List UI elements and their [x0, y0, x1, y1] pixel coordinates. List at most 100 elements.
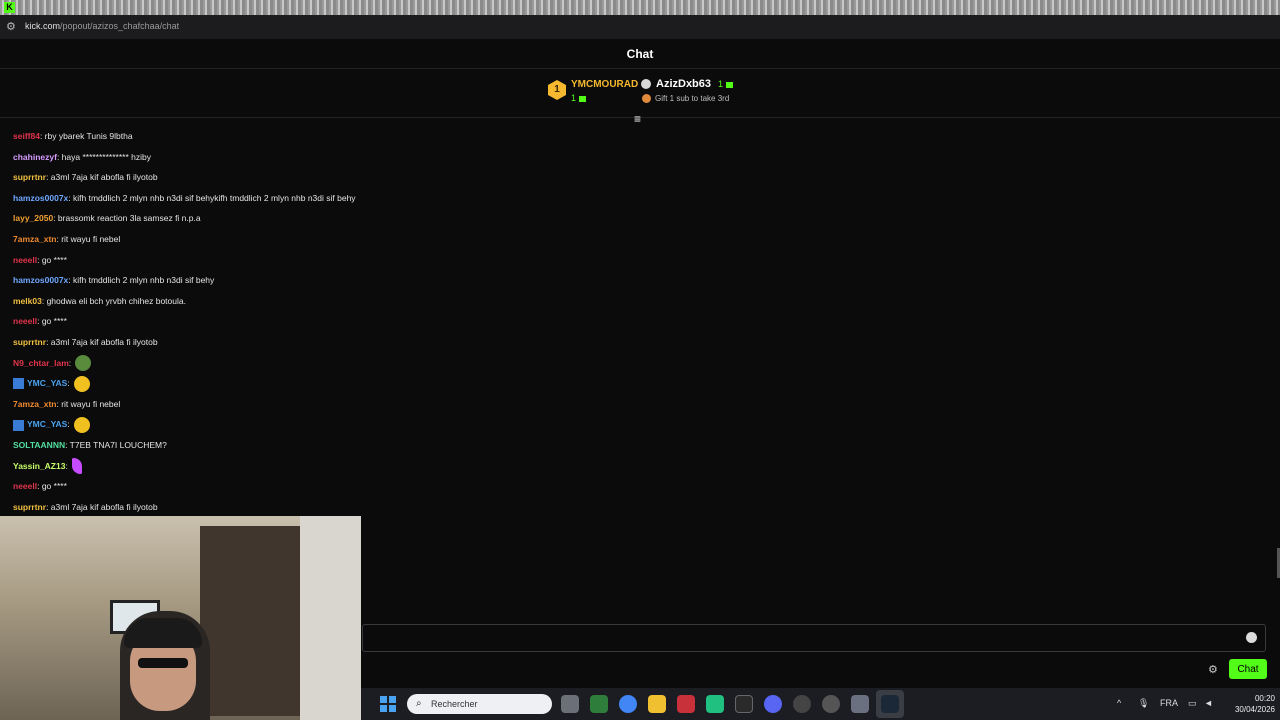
app-green-icon[interactable] — [590, 695, 608, 713]
user-badge-icon — [13, 419, 24, 431]
chat-message-text: : a3ml 7aja kif abofla fi ilyotob — [46, 501, 158, 512]
sub-gift-icon — [579, 95, 587, 102]
send-chat-button[interactable]: Chat — [1229, 659, 1267, 679]
chat-message: melk03: ghodwa eli bch yrvbh chihez boto… — [13, 291, 1253, 312]
windows-start-icon[interactable] — [380, 696, 396, 712]
clock-time: 00:20 — [1254, 694, 1275, 703]
leaderboard-third-text[interactable]: Gift 1 sub to take 3rd — [655, 94, 729, 103]
chat-message-text: : rby ybarek Tunis 9lbtha — [39, 131, 133, 141]
chat-filter-icon[interactable]: ≡ — [634, 112, 641, 126]
third-place-icon — [642, 94, 651, 103]
emote-icon[interactable] — [73, 417, 90, 434]
chrome-icon[interactable] — [619, 695, 637, 713]
site-settings-icon[interactable]: ⚙ — [6, 20, 16, 33]
window-titlebar: K — [0, 0, 1280, 15]
chat-username[interactable]: suprrtnr — [13, 502, 46, 512]
chat-username[interactable]: SOLTAANNN — [13, 440, 65, 450]
tray-expand-icon[interactable]: ^ — [1117, 698, 1121, 708]
chat-message: seiff84: rby ybarek Tunis 9lbtha — [13, 126, 1253, 147]
app-red-icon[interactable] — [677, 695, 695, 713]
second-place-icon — [641, 79, 651, 89]
chat-message-text: : haya ************** hziby — [56, 151, 151, 162]
chat-message-text: : — [65, 460, 68, 471]
chat-message: Yassin_AZ13: — [13, 456, 1253, 477]
url-host: kick.com — [25, 21, 61, 31]
settings-gear-icon[interactable] — [851, 695, 869, 713]
app-teal-icon[interactable] — [706, 695, 724, 713]
chat-input[interactable] — [363, 625, 1243, 651]
microphone-icon[interactable]: 🎙 — [1138, 698, 1149, 709]
emote-icon[interactable] — [73, 375, 90, 392]
url-text[interactable]: kick.com/popout/azizos_chafchaa/chat — [25, 21, 179, 31]
chat-settings-gear-icon[interactable]: ⚙ — [1208, 663, 1218, 676]
chat-username[interactable]: layy_2050 — [13, 213, 53, 223]
chat-username[interactable]: hamzos0007x — [13, 275, 68, 285]
taskbar-clock[interactable]: 00:20 30/04/2026 — [1229, 693, 1275, 715]
chat-message: neeell: go **** — [13, 311, 1253, 332]
url-path: /popout/azizos_chafchaa/chat — [60, 21, 180, 31]
chat-username[interactable]: Yassin_AZ13 — [13, 461, 65, 471]
media-player-icon[interactable] — [822, 695, 840, 713]
emoji-picker-icon[interactable] — [1246, 632, 1257, 643]
language-indicator[interactable]: FRA — [1160, 698, 1178, 708]
chat-message-text: : kifh tmddlich 2 mlyn nhb n3di sif behy… — [68, 192, 356, 203]
chat-username[interactable]: YMC_YAS — [27, 378, 67, 388]
chat-username[interactable]: neeell — [13, 255, 37, 265]
kick-logo-icon: K — [4, 2, 15, 13]
discord-icon[interactable] — [764, 695, 782, 713]
chat-username[interactable]: seiff84 — [13, 131, 40, 141]
webcam-wall — [300, 516, 361, 720]
emote-icon[interactable] — [71, 458, 82, 475]
chat-message-text: : go **** — [37, 481, 67, 492]
chat-message-text: : T7EB TNA7I LOUCHEM? — [65, 439, 167, 450]
chat-message: hamzos0007x: kifh tmddlich 2 mlyn nhb n3… — [13, 270, 1253, 291]
address-bar[interactable]: ⚙ kick.com/popout/azizos_chafchaa/chat — [0, 15, 1280, 39]
app-dark-icon[interactable] — [735, 695, 753, 713]
chat-input-container[interactable] — [362, 624, 1266, 652]
leaderboard-second-count: 1 — [718, 79, 734, 89]
rank-one-badge-icon: 1 — [548, 80, 566, 100]
file-explorer-icon[interactable] — [648, 695, 666, 713]
chat-username[interactable]: 7amza_xtn — [13, 399, 56, 409]
chat-username[interactable]: melk03 — [13, 296, 42, 306]
chat-message-text: : go **** — [37, 254, 67, 265]
chat-username[interactable]: chahinezyf — [13, 152, 57, 162]
chat-message: layy_2050: brassomk reaction 3la samsez … — [13, 208, 1253, 229]
webcam-glasses — [138, 658, 188, 668]
leaderboard-first-count: 1 — [571, 93, 587, 103]
steam-icon[interactable] — [881, 695, 899, 713]
chat-message-list: seiff84: rby ybarek Tunis 9lbtha chahinez… — [13, 126, 1253, 517]
chat-message: hamzos0007x: kifh tmddlich 2 mlyn nhb n3… — [13, 188, 1253, 209]
chat-message-text: : go **** — [37, 316, 67, 327]
chat-username[interactable]: 7amza_xtn — [13, 234, 56, 244]
chat-message: SOLTAANNN: T7EB TNA7I LOUCHEM? — [13, 435, 1253, 456]
chat-message-text: : brassomk reaction 3la samsez fi n.p.a — [53, 213, 201, 224]
clock-date: 30/04/2026 — [1234, 705, 1275, 714]
webcam-door — [200, 526, 300, 716]
chat-message: suprrtnr: a3ml 7aja kif abofla fi ilyoto… — [13, 497, 1253, 518]
task-view-icon[interactable] — [561, 695, 579, 713]
app-circle-icon[interactable] — [793, 695, 811, 713]
network-icon[interactable]: ▭ — [1188, 698, 1197, 709]
search-icon: ⌕ — [416, 698, 422, 709]
chat-message: suprrtnr: a3ml 7aja kif abofla fi ilyoto… — [13, 167, 1253, 188]
chat-message: suprrtnr: a3ml 7aja kif abofla fi ilyoto… — [13, 332, 1253, 353]
chat-username[interactable]: suprrtnr — [13, 337, 46, 347]
taskbar-search[interactable]: ⌕ Rechercher — [407, 694, 552, 714]
chat-title: Chat — [626, 47, 654, 61]
leaderboard-second-name[interactable]: AzizDxb63 — [656, 78, 711, 90]
gift-leaderboard: 1 YMCMOURAD 1 AzizDxb63 1 Gift 1 sub to … — [0, 70, 1280, 118]
leaderboard-first-name[interactable]: YMCMOURAD — [571, 79, 638, 90]
chat-message: YMC_YAS: — [13, 414, 1253, 435]
volume-icon[interactable]: ◄ — [1204, 698, 1213, 708]
chat-message-text: : — [68, 357, 72, 368]
chat-username[interactable]: YMC_YAS — [27, 419, 67, 429]
chat-username[interactable]: N9_chtar_lam — [13, 358, 69, 368]
chat-message: N9_chtar_lam: — [13, 353, 1253, 374]
chat-username[interactable]: hamzos0007x — [13, 193, 68, 203]
emote-icon[interactable] — [75, 355, 92, 372]
chat-username[interactable]: suprrtnr — [13, 172, 46, 182]
chat-username[interactable]: neeell — [13, 316, 37, 326]
leaderboard-second-count-value: 1 — [718, 79, 724, 89]
chat-username[interactable]: neeell — [13, 481, 37, 491]
